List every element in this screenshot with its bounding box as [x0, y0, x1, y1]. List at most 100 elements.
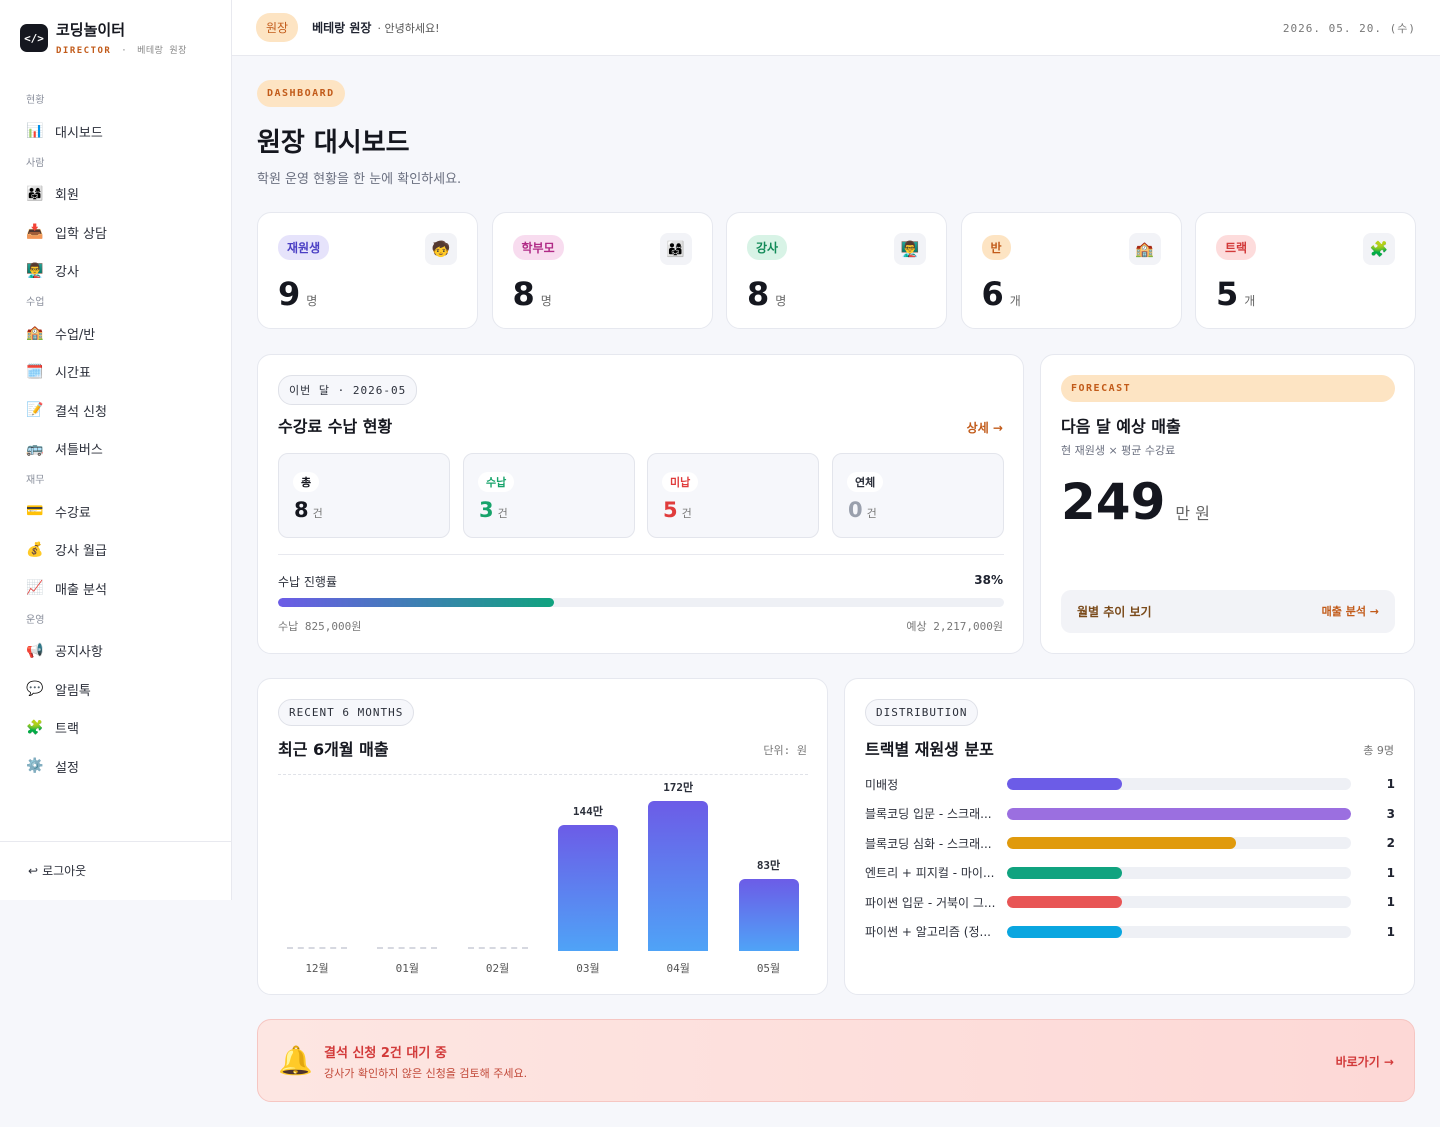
kpi-card-students: 재원생 🧒 9 명 [257, 212, 478, 329]
kpi-label: 트랙 [1216, 235, 1257, 260]
revenue-title: 최근 6개월 매출 [278, 740, 389, 759]
distribution-row: 파이썬 + 알고리즘 (정... 1 [865, 922, 1395, 942]
distribution-row: 미배정 1 [865, 774, 1395, 794]
sidebar-item-revenue[interactable]: 📈 매출 분석 [0, 569, 231, 608]
sidebar-item-alimtalk[interactable]: 💬 알림톡 [0, 670, 231, 709]
track-count: 1 [1386, 924, 1395, 939]
brand-user: 베테랑 원장 [137, 46, 187, 56]
sidebar-item-label: 셔틀버스 [55, 443, 103, 459]
track-bar-track [1007, 778, 1351, 790]
kpi-unit: 명 [306, 294, 318, 308]
track-bar-track [1007, 866, 1351, 879]
bar-value-label: 172만 [663, 781, 694, 794]
sidebar-item-shuttle[interactable]: 🚌 셔틀버스 [0, 430, 231, 469]
track-name: 블록코딩 심화 - 스크래... [865, 836, 992, 851]
stat-number: 5 [663, 498, 678, 522]
settings-icon: ⚙️ [26, 758, 44, 775]
revenue-bar [738, 879, 799, 951]
sidebar-item-notice[interactable]: 📢 공지사항 [0, 632, 231, 671]
revenue-bar [557, 825, 618, 951]
logout-label: 로그아웃 [42, 864, 87, 878]
kpi-value: 9명 [278, 275, 317, 313]
revenue-tag: RECENT 6 MONTHS [278, 699, 415, 726]
distribution-row: 파이썬 입문 - 거북이 그... 1 [865, 892, 1395, 912]
track-bar-track [1007, 896, 1351, 908]
revenue-bar-empty [287, 947, 347, 949]
track-bar-track [1007, 837, 1351, 849]
absence-alert: 🔔 결석 신청 2건 대기 중 강사가 확인하지 않은 신청을 검토해 주세요.… [257, 1019, 1415, 1102]
sidebar-item-classes[interactable]: 🏫 수업/반 [0, 314, 231, 353]
alert-subtitle: 강사가 확인하지 않은 신청을 검토해 주세요. [324, 1067, 528, 1080]
stat-label: 연체 [847, 472, 884, 492]
greeting: · 안녕하세요! [377, 21, 440, 35]
track-bar-fill [1007, 866, 1122, 879]
stat-value: 5건 [663, 498, 692, 522]
sidebar-item-tuition[interactable]: 💳 수강료 [0, 492, 231, 531]
kpi-card-classes: 반 🏫 6 개 [960, 212, 1182, 329]
tuition-stat-overdue: 연체 0 건 [832, 453, 1004, 538]
sidebar-item-timetable[interactable]: 🗓️ 시간표 [0, 353, 231, 392]
alert-go-button[interactable]: 바로가기 → [1336, 1053, 1394, 1070]
stat-number: 0 [848, 498, 863, 522]
revenue-unit-note: 단위: 원 [763, 744, 807, 757]
tuition-divider [278, 554, 1004, 555]
students-icon: 🧒 [425, 233, 457, 265]
tuition-icon: 💳 [26, 503, 44, 520]
distribution-card: DISTRIBUTION 트랙별 재원생 분포 총 9명 미배정 1 블록코딩 입문… [844, 678, 1415, 995]
notice-icon: 📢 [26, 642, 44, 659]
sidebar-item-settings[interactable]: ⚙️ 설정 [0, 747, 231, 786]
brand[interactable]: </> 코딩놀이터 DIRECTOR · 베테랑 원장 [20, 20, 187, 56]
sidebar: </> 코딩놀이터 DIRECTOR · 베테랑 원장 현황 📊 대시보드 사람 👨‍👩… [0, 0, 232, 900]
sidebar-item-dashboard[interactable]: 📊 대시보드 [0, 112, 231, 151]
logout-button[interactable]: ↩ 로그아웃 [28, 862, 86, 879]
track-bar-fill [1007, 896, 1122, 908]
sidebar-divider [0, 841, 231, 842]
sidebar-item-payroll[interactable]: 💰 강사 월급 [0, 531, 231, 570]
bell-icon: 🔔 [278, 1044, 313, 1077]
sidebar-item-tracks[interactable]: 🧩 트랙 [0, 709, 231, 748]
user-name: 베테랑 원장 [312, 21, 372, 35]
sidebar-item-teachers[interactable]: 👨‍🏫 강사 [0, 252, 231, 291]
current-date: 2026. 05. 20. (수) [1282, 21, 1416, 35]
stat-unit: 건 [681, 507, 692, 520]
parents-icon: 👨‍👩‍👧 [659, 233, 692, 265]
sidebar-item-label: 트랙 [55, 722, 79, 738]
tracks-icon: 🧩 [1363, 233, 1395, 265]
brand-sep: · [121, 46, 128, 56]
stat-unit: 건 [497, 507, 508, 520]
sidebar-item-admission[interactable]: 📥 입학 상담 [0, 213, 231, 252]
track-name: 블록코딩 입문 - 스크래... [865, 807, 992, 821]
monthly-trend-link[interactable]: 월별 추이 보기 매출 분석 → [1061, 590, 1395, 633]
tuition-detail-link[interactable]: 상세 → [967, 419, 1003, 436]
page-badge: DASHBOARD [257, 80, 345, 107]
stat-label: 수납 [478, 472, 515, 492]
sidebar-item-label: 입학 상담 [55, 226, 107, 242]
stat-value: 0건 [848, 498, 877, 522]
sidebar-item-label: 매출 분석 [55, 582, 107, 598]
sidebar-nav: 현황 📊 대시보드 사람 👨‍👩‍👧 회원 📥 입학 상담 👨‍🏫 강사 수업 🏫 수업/반 🗓️ 시간표 📝… [0, 88, 231, 786]
sidebar-item-members[interactable]: 👨‍👩‍👧 회원 [0, 175, 231, 214]
topbar: 원장 베테랑 원장 · 안녕하세요! 2026. 05. 20. (수) [232, 0, 1440, 56]
progress-percent: 38% [974, 573, 1003, 587]
bar-category-label: 12월 [305, 962, 329, 975]
distribution-title: 트랙별 재원생 분포 [865, 740, 994, 759]
kpi-number: 8 [512, 275, 535, 313]
stat-label: 총 [293, 472, 320, 492]
stat-number: 8 [294, 498, 309, 522]
kpi-value: 8명 [513, 275, 552, 313]
alert-title: 결석 신청 2건 대기 중 [324, 1046, 447, 1061]
nav-section-label: 수업 [26, 297, 45, 308]
track-name: 미배정 [865, 777, 899, 792]
progress-track [278, 598, 1004, 607]
sidebar-item-absence[interactable]: 📝 결석 신청 [0, 391, 231, 430]
expected-amount: 예상 2,217,000원 [906, 620, 1003, 633]
absence-icon: 📝 [26, 402, 44, 419]
revenue-bar [648, 801, 709, 951]
sidebar-item-label: 회원 [55, 188, 79, 204]
page-subtitle: 학원 운영 현황을 한 눈에 확인하세요. [257, 172, 462, 187]
kpi-label: 학부모 [512, 235, 564, 260]
track-count: 1 [1386, 865, 1395, 880]
forecast-card: FORECAST 다음 달 예상 매출 현 재원생 × 평균 수강료 249 만 … [1040, 354, 1415, 654]
track-count: 1 [1386, 777, 1395, 791]
kpi-card-parents: 학부모 👨‍👩‍👧 8 명 [491, 212, 713, 329]
